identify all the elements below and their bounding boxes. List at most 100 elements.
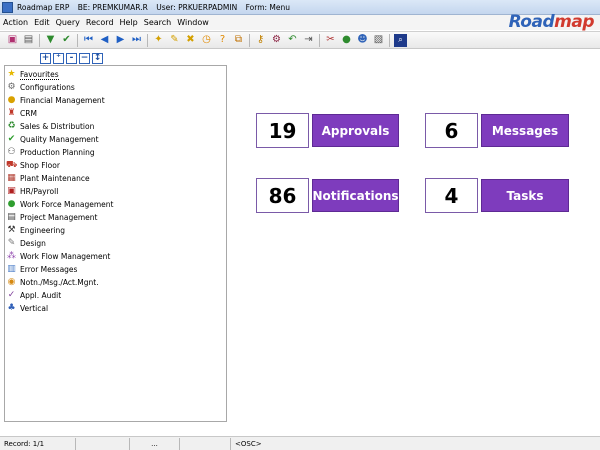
approvals-tile: 19 Approvals: [256, 113, 399, 148]
delete-record-icon[interactable]: ✖: [184, 34, 197, 47]
report-icon[interactable]: ▧: [372, 34, 385, 47]
tree-item-label: CRM: [20, 109, 37, 118]
tree-item-label: Project Management: [20, 213, 98, 222]
gear-icon: ⚙: [7, 82, 16, 92]
tree-item[interactable]: ♣ Vertical: [5, 302, 226, 315]
approvals-button[interactable]: Approvals: [312, 114, 399, 147]
tree-item[interactable]: ⁂ Work Flow Management: [5, 250, 226, 263]
status-bar: Record: 1/1 ... <OSC>: [0, 436, 600, 450]
menu-record[interactable]: Record: [86, 18, 114, 27]
tree-item[interactable]: ▣ HR/Payroll: [5, 185, 226, 198]
menu-edit[interactable]: Edit: [34, 18, 50, 27]
undo-icon[interactable]: ↶: [286, 34, 299, 47]
checkmark-icon[interactable]: ✔: [60, 34, 73, 47]
globe-icon[interactable]: ●: [340, 34, 353, 47]
tree-item[interactable]: ▥ Error Messages: [5, 263, 226, 276]
tree-item[interactable]: ⚙ Configurations: [5, 81, 226, 94]
cart-icon: ⛟: [6, 160, 18, 170]
people-icon: ⚇: [7, 147, 16, 157]
tree-item[interactable]: ● Financial Management: [5, 94, 226, 107]
filter-icon[interactable]: ▼: [44, 34, 57, 47]
save-icon[interactable]: ▣: [6, 34, 19, 47]
tree-item[interactable]: ◉ Notn./Msg./Act.Mgnt.: [5, 276, 226, 289]
app-icon: [2, 1, 13, 13]
crm-icon: ♜: [7, 108, 16, 118]
attachment-icon[interactable]: ⧉: [232, 34, 245, 47]
tree-item[interactable]: ● Work Force Management: [5, 198, 226, 211]
menu-query[interactable]: Query: [56, 18, 80, 27]
window-title: Roadmap ERP BE: PREMKUMAR.R User: PRKUER…: [17, 3, 296, 12]
menu-search[interactable]: Search: [144, 18, 171, 27]
hr-icon: ▣: [7, 186, 16, 196]
tree-item[interactable]: ⛟ Shop Floor: [5, 159, 226, 172]
collapse-icon[interactable]: -: [66, 53, 77, 64]
expand-all-icon[interactable]: ⁺: [53, 53, 64, 64]
tree-item-label: Notn./Msg./Act.Mgnt.: [20, 278, 99, 287]
tools-icon[interactable]: ⚙: [270, 34, 283, 47]
tree-item-label: Financial Management: [20, 96, 105, 105]
tree-item-label: Plant Maintenance: [20, 174, 90, 183]
tree-item[interactable]: ✔ Quality Management: [5, 133, 226, 146]
messages-button[interactable]: Messages: [481, 114, 569, 147]
toolbar-divider: [319, 33, 320, 47]
tree-item-label: Appl. Audit: [20, 291, 62, 300]
toolbar: ▣ ▤ ▼ ✔ ⏮ ◀ ▶ ⏭ ✦ ✎ ✖ ◷ ? ⧉ ⚷ ⚙ ↶ ⇥ ✂ ● …: [0, 31, 600, 49]
help-icon[interactable]: ?: [216, 34, 229, 47]
exit-icon[interactable]: ⇥: [302, 34, 315, 47]
tree-item-label: Favourites: [20, 69, 59, 80]
tasks-tile: 4 Tasks: [425, 178, 569, 213]
record-status: Record: 1/1: [0, 437, 76, 450]
tree-item-label: HR/Payroll: [20, 187, 59, 196]
tree-item[interactable]: ⚇ Production Planning: [5, 146, 226, 159]
tree-item[interactable]: ▤ Project Management: [5, 211, 226, 224]
tasks-button[interactable]: Tasks: [481, 179, 569, 212]
tree-item[interactable]: ▦ Plant Maintenance: [5, 172, 226, 185]
toolbar-divider: [147, 33, 148, 47]
tree-item-label: Production Planning: [20, 148, 95, 157]
tree-toolbar: + ⁺ - − ↕: [40, 53, 105, 64]
expand-icon[interactable]: +: [40, 53, 51, 64]
collapse-all-icon[interactable]: −: [79, 53, 90, 64]
tree-item-label: Design: [20, 239, 46, 248]
next-record-icon[interactable]: ▶: [114, 34, 127, 47]
app-name: Roadmap ERP: [17, 2, 70, 12]
tree-item-label: Vertical: [20, 304, 49, 313]
tasks-count: 4: [425, 178, 478, 213]
user-icon[interactable]: ☻: [356, 34, 369, 47]
menu-help[interactable]: Help: [120, 18, 138, 27]
previous-record-icon[interactable]: ◀: [98, 34, 111, 47]
print-icon[interactable]: ▤: [22, 34, 35, 47]
tree-item[interactable]: ✓ Appl. Audit: [5, 289, 226, 302]
new-record-icon[interactable]: ✦: [152, 34, 165, 47]
edit-record-icon[interactable]: ✎: [168, 34, 181, 47]
tree-item-label: Work Force Management: [20, 200, 114, 209]
key-icon[interactable]: ⚷: [254, 34, 267, 47]
chart-icon[interactable]: ✂: [324, 34, 337, 47]
tree-item-label: Configurations: [20, 83, 75, 92]
tree-item-label: Quality Management: [20, 135, 99, 144]
clock-icon[interactable]: ◷: [200, 34, 213, 47]
error-icon: ▥: [7, 264, 16, 274]
first-record-icon[interactable]: ⏮: [82, 34, 95, 47]
coins-icon: ●: [7, 95, 16, 105]
tree-item[interactable]: ⚒ Engineering: [5, 224, 226, 237]
tree-item[interactable]: ♻ Sales & Distribution: [5, 120, 226, 133]
osc-indicator: <OSC>: [235, 439, 262, 448]
user-name: User: PRKUERPADMIN: [156, 2, 238, 12]
tree-item[interactable]: ♜ CRM: [5, 107, 226, 120]
tree-item-label: Error Messages: [20, 265, 78, 274]
zoom-icon[interactable]: ⌕: [394, 33, 407, 47]
business-entity: BE: PREMKUMAR.R: [77, 2, 148, 12]
check-badge-icon: ✔: [7, 134, 16, 144]
roadmap-logo: Roadmap: [508, 12, 595, 32]
refresh-tree-icon[interactable]: ↕: [92, 53, 103, 64]
tree-item[interactable]: ★ Favourites: [5, 68, 226, 81]
tree-item[interactable]: ✎ Design: [5, 237, 226, 250]
notifications-count: 86: [256, 178, 309, 213]
menu-window[interactable]: Window: [177, 18, 209, 27]
notifications-button[interactable]: Notifications: [312, 179, 399, 212]
tree-item-label: Engineering: [20, 226, 65, 235]
menu-action[interactable]: Action: [3, 18, 28, 27]
last-record-icon[interactable]: ⏭: [130, 34, 143, 47]
messages-tile: 6 Messages: [425, 113, 569, 148]
